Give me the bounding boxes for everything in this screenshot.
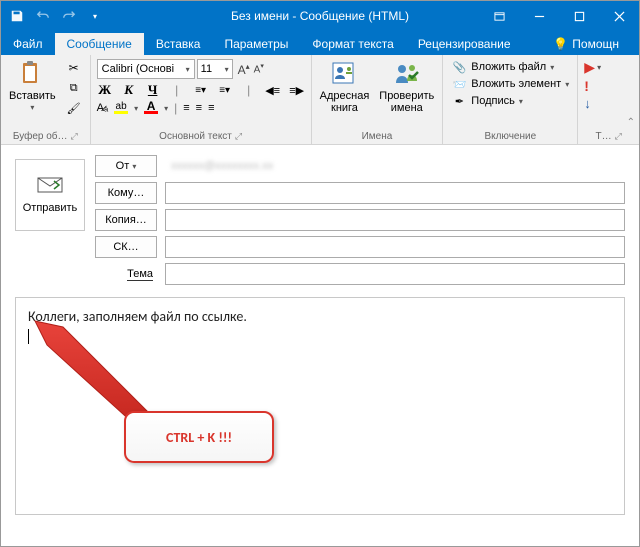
minimize-icon[interactable] [519,1,559,31]
maximize-icon[interactable] [559,1,599,31]
high-importance-button[interactable]: ! [584,78,589,94]
window-controls [479,1,639,31]
message-body[interactable]: Коллеги, заполняем файл по ссылке. CTRL … [15,297,625,515]
address-book-icon [329,60,359,88]
close-icon[interactable] [599,1,639,31]
collapse-ribbon-icon[interactable]: ⌃ [627,117,635,128]
chevron-down-icon: ▾ [565,80,569,89]
check-names-icon [392,60,422,88]
ribbon-tabs: Файл Сообщение Вставка Параметры Формат … [1,31,639,55]
grow-font-icon[interactable]: A▴ [238,62,250,77]
from-button[interactable]: От ▾ [95,155,157,177]
quick-access-toolbar: ▾ [1,8,103,24]
chevron-down-icon: ▾ [225,65,229,74]
font-color-button[interactable]: A [144,102,158,115]
ribbon-group-names: Адресная книга Проверить имена Имена [312,55,444,144]
send-icon [37,177,63,196]
scissors-icon: ✂ [69,61,79,75]
title-bar: ▾ Без имени - Сообщение (HTML) [1,1,639,31]
redo-icon[interactable] [61,8,77,24]
signature-icon: ✒ [451,94,467,108]
highlight-button[interactable]: ab [114,103,128,114]
dialog-launcher-icon[interactable]: ⤢ [71,131,78,142]
tab-tellme-label: Помощн [572,37,619,51]
bold-button[interactable]: Ж [97,82,113,98]
low-importance-button[interactable]: ↓ [584,96,591,111]
numbering-button[interactable]: ≡▾ [217,85,233,96]
ribbon-group-font: Calibri (Основі▾ 11▾ A▴A▾ Ж К Ч | ≡▾ ≡▾ … [91,55,312,144]
annotation-callout: CTRL + K !!! [124,403,274,463]
follow-up-button[interactable]: ▶▾ [584,59,601,76]
font-size-combo[interactable]: 11▾ [197,59,233,79]
bcc-input[interactable] [165,236,625,258]
paperclip-icon: 📎 [451,60,467,74]
align-right-button[interactable]: ≡ [208,102,214,114]
flag-icon: ▶ [584,59,595,76]
dialog-launcher-icon[interactable]: ⤢ [615,131,622,142]
window-title: Без имени - Сообщение (HTML) [231,9,409,23]
format-painter-button[interactable]: 🖌 [64,99,84,117]
subject-label: Тема [95,268,157,280]
attach-file-button[interactable]: 📎 Вложить файл ▾ [449,59,571,75]
tab-options[interactable]: Параметры [212,33,300,55]
cut-button[interactable]: ✂ [64,59,84,77]
check-names-button[interactable]: Проверить имена [375,57,438,129]
callout-text: CTRL + K !!! [124,411,274,463]
copy-icon: ⧉ [70,82,78,95]
font-name-combo[interactable]: Calibri (Основі▾ [97,59,195,79]
cc-button[interactable]: Копия… [95,209,157,231]
tab-format[interactable]: Формат текста [300,33,405,55]
ribbon: Вставить ▾ ✂ ⧉ 🖌 Буфер об… ⤢ Calibri (Ос… [1,55,639,145]
tab-insert[interactable]: Вставка [144,33,213,55]
from-value: xxxxxx@xxxxxxxx.xx [165,160,279,172]
ribbon-group-tags: ▶▾ ! ↓ ⌃ Т… ⤢ [578,55,639,144]
signature-button[interactable]: ✒ Подпись ▾ [449,93,571,109]
dialog-launcher-icon[interactable]: ⤢ [235,131,242,142]
tab-review[interactable]: Рецензирование [406,33,523,55]
paste-button[interactable]: Вставить ▾ [5,57,60,129]
to-button[interactable]: Кому… [95,182,157,204]
italic-button[interactable]: К [121,82,137,98]
ribbon-group-include: 📎 Вложить файл ▾ 📨 Вложить элемент ▾ ✒ П… [443,55,578,144]
subject-input[interactable] [165,263,625,285]
chevron-down-icon: ▾ [550,63,554,72]
send-button[interactable]: Отправить [15,159,85,231]
tab-tellme[interactable]: 💡 Помощн [541,33,631,55]
chevron-down-icon: ▾ [519,97,523,106]
underline-button[interactable]: Ч [145,82,161,98]
increase-indent-button[interactable]: ≡▶ [289,84,305,97]
copy-button[interactable]: ⧉ [64,79,84,97]
down-arrow-icon: ↓ [584,96,591,111]
ribbon-group-clipboard: Вставить ▾ ✂ ⧉ 🖌 Буфер об… ⤢ [1,55,91,144]
align-left-button[interactable]: ≡ [183,102,189,114]
chevron-down-icon: ▾ [30,104,34,113]
attach-item-button[interactable]: 📨 Вложить элемент ▾ [449,76,571,92]
compose-header: Отправить От ▾ xxxxxx@xxxxxxxx.xx Кому… … [1,145,639,291]
align-center-button[interactable]: ≡ [196,102,202,114]
attach-item-icon: 📨 [451,77,467,91]
tab-message[interactable]: Сообщение [55,33,144,55]
decrease-indent-button[interactable]: ◀≡ [265,84,281,97]
address-book-button[interactable]: Адресная книга [316,57,374,129]
brush-icon: 🖌 [67,102,81,115]
exclamation-icon: ! [584,78,589,94]
shrink-font-icon[interactable]: A▾ [254,62,264,75]
cc-input[interactable] [165,209,625,231]
ribbon-display-icon[interactable] [479,1,519,31]
bullets-button[interactable]: ≡▾ [193,85,209,96]
undo-icon[interactable] [35,8,51,24]
paste-icon [17,60,47,88]
tab-file[interactable]: Файл [1,33,55,55]
to-input[interactable] [165,182,625,204]
clear-formatting-button[interactable]: A̷ₐ [97,102,108,114]
lightbulb-icon: 💡 [553,37,568,51]
save-icon[interactable] [9,8,25,24]
bcc-button[interactable]: СК… [95,236,157,258]
qat-customize-icon[interactable]: ▾ [87,8,103,24]
chevron-down-icon: ▾ [186,65,190,74]
